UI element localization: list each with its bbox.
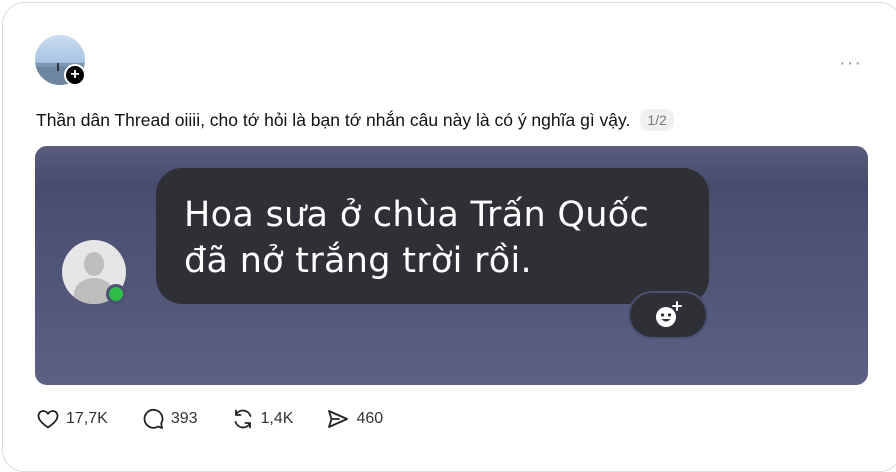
- like-count: 17,7K: [66, 410, 108, 427]
- repost-icon: [234, 409, 251, 429]
- post-card: + ··· Thần dân Thread oiiii, cho tớ hỏi …: [2, 2, 896, 472]
- online-status-dot: [106, 284, 126, 304]
- add-reaction-icon: [656, 301, 682, 327]
- heart-icon: [37, 410, 59, 429]
- message-line-2: đã nở trắng trời rồi.: [184, 241, 532, 281]
- repost-count: 1,4K: [260, 410, 294, 427]
- author-avatar[interactable]: +: [35, 35, 87, 87]
- more-icon[interactable]: ···: [839, 52, 862, 75]
- message-bubble: Hoa sưa ở chùa Trấn Quốc đã nở trắng trờ…: [156, 168, 709, 304]
- like-button[interactable]: 17,7K: [36, 407, 108, 431]
- post-text: Thần dân Thread oiiii, cho tớ hỏi là bạn…: [36, 110, 631, 130]
- page-indicator: 1/2: [640, 109, 674, 131]
- add-reaction-button: [628, 291, 708, 339]
- follow-plus-icon[interactable]: +: [64, 64, 86, 86]
- share-icon: [328, 410, 349, 428]
- post-caption: Thần dân Thread oiiii, cho tớ hỏi là bạn…: [36, 109, 674, 131]
- message-line-1: Hoa sưa ở chùa Trấn Quốc: [184, 195, 649, 235]
- repost-button[interactable]: 1,4K: [231, 407, 294, 431]
- comment-button[interactable]: 393: [141, 407, 198, 431]
- comment-count: 393: [170, 410, 198, 427]
- comment-icon: [143, 408, 164, 429]
- share-count: 460: [356, 410, 384, 427]
- post-image[interactable]: Hoa sưa ở chùa Trấn Quốc đã nở trắng trờ…: [35, 146, 868, 385]
- action-bar: 17,7K 393 1,4K 460: [36, 406, 416, 432]
- share-button[interactable]: 460: [326, 407, 383, 431]
